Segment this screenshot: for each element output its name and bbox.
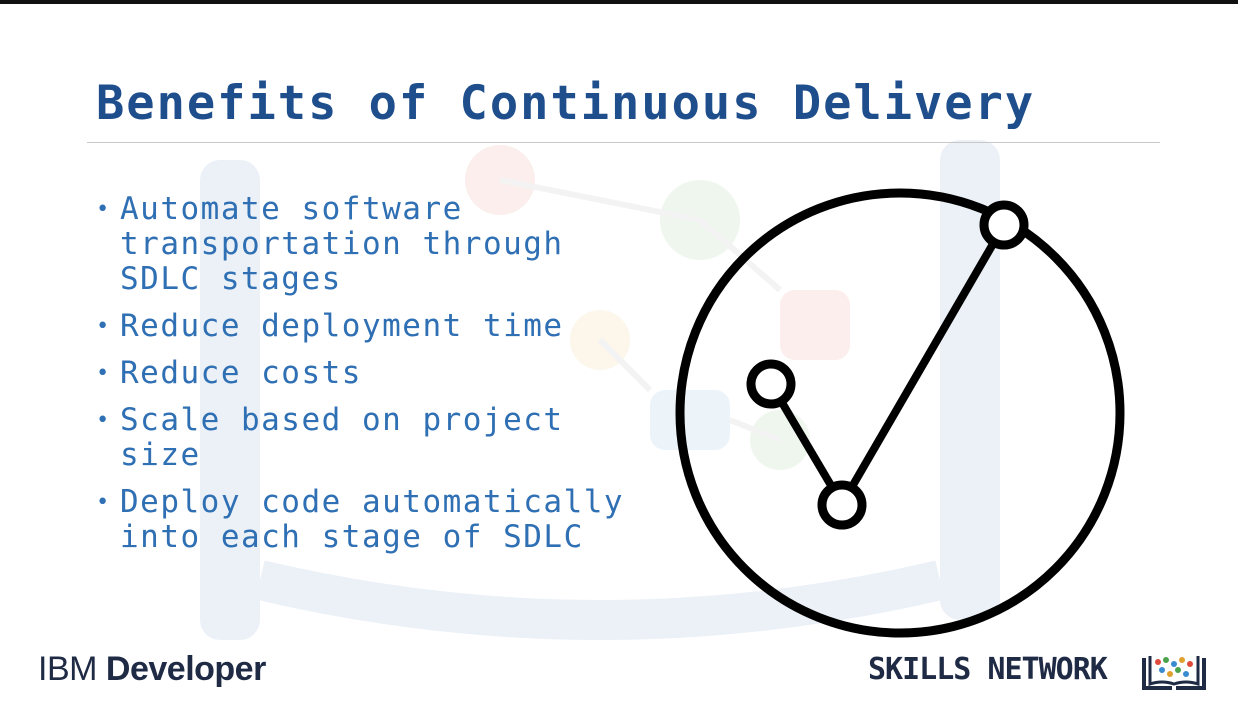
bullet-item: • Reduce costs [96, 356, 636, 391]
checkmark-circle-icon [675, 188, 1125, 638]
bullet-list: • Automate software transportation throu… [96, 192, 636, 567]
bullet-item: • Reduce deployment time [96, 309, 636, 344]
title-divider [87, 142, 1160, 143]
bullet-text: Scale based on project size [120, 402, 564, 473]
bullet-text: Reduce deployment time [120, 308, 564, 344]
top-border [0, 0, 1238, 4]
bullet-text: Deploy code automatically into each stag… [120, 484, 625, 555]
ibm-prefix: IBM [38, 650, 97, 688]
book-icon [1142, 656, 1206, 690]
ibm-developer-logo: IBM Developer [38, 650, 266, 689]
bullet-glyph: • [96, 490, 111, 515]
bullet-item: • Scale based on project size [96, 403, 636, 473]
bullet-item: • Deploy code automatically into each st… [96, 485, 636, 555]
skills-network-logo: SKILLS NETWORK [868, 652, 1108, 687]
bullet-glyph: • [96, 408, 111, 433]
bullet-item: • Automate software transportation throu… [96, 192, 636, 297]
bullet-text: Reduce costs [120, 355, 362, 391]
bullet-glyph: • [96, 361, 111, 386]
bullet-glyph: • [96, 314, 111, 339]
ibm-developer-name: Developer [105, 650, 266, 688]
slide: Benefits of Continuous Delivery • Automa… [0, 0, 1238, 702]
bullet-glyph: • [96, 197, 111, 222]
bullet-text: Automate software transportation through… [120, 191, 564, 297]
slide-title: Benefits of Continuous Delivery [96, 76, 1036, 131]
